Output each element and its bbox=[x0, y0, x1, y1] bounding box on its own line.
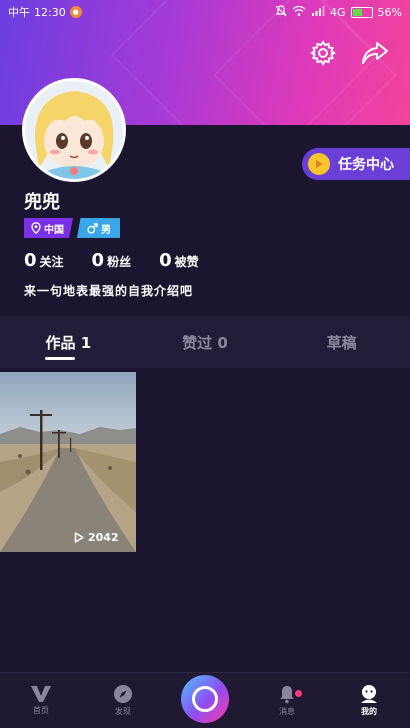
stat-number: 0 bbox=[24, 250, 37, 271]
content-tabs: 作品 1 赞过 0 草稿 bbox=[0, 316, 410, 368]
notification-app-icon: ● bbox=[69, 6, 82, 18]
signal-icon bbox=[311, 5, 325, 19]
stat-number: 0 bbox=[91, 250, 105, 271]
tab-drafts[interactable]: 草稿 bbox=[273, 316, 410, 368]
stat-likes[interactable]: 0 被赞 bbox=[159, 250, 199, 271]
bell-icon bbox=[280, 686, 294, 704]
gear-icon bbox=[310, 40, 336, 66]
bell-off-icon bbox=[275, 4, 287, 20]
nav-label: 我的 bbox=[361, 707, 377, 716]
network-type: 4G bbox=[330, 5, 346, 19]
video-thumbnail-image bbox=[0, 372, 136, 552]
stat-number: 0 bbox=[159, 250, 172, 271]
nav-label: 首页 bbox=[33, 706, 49, 715]
notification-dot bbox=[295, 690, 302, 697]
nav-label: 消息 bbox=[279, 707, 295, 716]
avatar-image bbox=[25, 81, 123, 179]
gender-tag: 男 bbox=[77, 218, 120, 238]
nav-messages[interactable]: 消息 bbox=[246, 684, 328, 717]
nav-discover[interactable]: 发现 bbox=[82, 684, 164, 717]
battery-icon bbox=[350, 6, 373, 18]
location-pin-icon bbox=[31, 222, 41, 234]
share-icon bbox=[362, 42, 388, 64]
battery-percent: 56% bbox=[377, 5, 402, 19]
stat-following[interactable]: 0 关注 bbox=[24, 250, 64, 271]
play-count-value: 2042 bbox=[88, 531, 119, 544]
bio-text[interactable]: 来一句地表最强的自我介绍吧 bbox=[24, 282, 193, 299]
username: 兜兜 bbox=[24, 192, 60, 213]
tab-liked[interactable]: 赞过 0 bbox=[137, 316, 274, 368]
record-icon bbox=[192, 685, 218, 712]
stat-label: 粉丝 bbox=[107, 255, 132, 269]
profile-stats: 0 关注 0 粉丝 0 被赞 bbox=[24, 250, 199, 271]
settings-button[interactable] bbox=[308, 38, 338, 68]
location-tag: 中国 bbox=[24, 218, 73, 238]
record-button[interactable] bbox=[181, 674, 229, 723]
share-button[interactable] bbox=[360, 38, 390, 68]
status-time: 12:30 bbox=[34, 5, 66, 19]
gender-label: 男 bbox=[101, 224, 111, 236]
nav-me[interactable]: 我的 bbox=[328, 684, 410, 717]
play-count: 2042 bbox=[74, 531, 119, 544]
video-thumbnail[interactable]: 2042 bbox=[0, 372, 136, 552]
male-icon bbox=[87, 222, 98, 234]
stat-label: 被赞 bbox=[174, 255, 199, 269]
nav-home[interactable]: 首页 bbox=[0, 685, 82, 716]
bottom-nav: 首页 发现 消息 我的 bbox=[0, 672, 410, 728]
tab-works[interactable]: 作品 1 bbox=[0, 316, 137, 368]
play-icon bbox=[74, 532, 84, 543]
play-coin-icon bbox=[308, 153, 330, 175]
profile-icon bbox=[361, 685, 377, 703]
stat-label: 关注 bbox=[39, 255, 64, 269]
avatar[interactable] bbox=[22, 78, 126, 182]
task-center-button[interactable]: 任务中心 bbox=[302, 148, 410, 180]
location-label: 中国 bbox=[44, 224, 64, 236]
status-carrier: 中午 bbox=[8, 6, 30, 19]
compass-icon bbox=[114, 685, 132, 703]
stat-followers[interactable]: 0 粉丝 bbox=[92, 250, 132, 271]
wifi-icon bbox=[292, 5, 306, 19]
nav-record[interactable] bbox=[164, 674, 246, 723]
v-logo-icon bbox=[31, 686, 51, 702]
task-center-label: 任务中心 bbox=[338, 157, 394, 173]
status-bar: 中午 12:30 ● 4G 56% bbox=[0, 0, 410, 24]
nav-label: 发现 bbox=[115, 707, 131, 716]
